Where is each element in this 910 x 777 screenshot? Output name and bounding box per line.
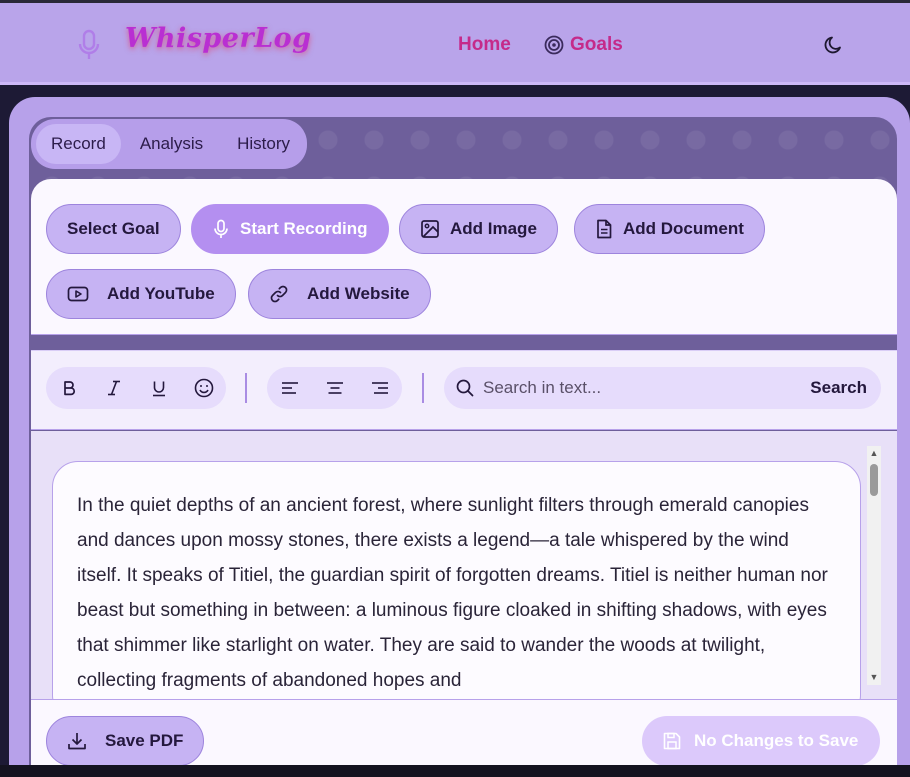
editor-area: In the quiet depths of an ancient forest… xyxy=(31,431,897,699)
save-icon xyxy=(663,732,681,750)
align-right-icon xyxy=(371,382,388,394)
select-goal-button[interactable]: Select Goal xyxy=(46,204,181,254)
add-youtube-label: Add YouTube xyxy=(107,284,215,303)
tab-record[interactable]: Record xyxy=(36,124,121,164)
transcript-editor[interactable]: In the quiet depths of an ancient forest… xyxy=(52,461,861,699)
align-center-button[interactable] xyxy=(312,367,357,409)
moon-icon[interactable] xyxy=(823,34,845,56)
bold-button[interactable] xyxy=(46,367,91,409)
select-goal-label: Select Goal xyxy=(67,219,160,238)
search-icon xyxy=(456,379,474,397)
image-icon xyxy=(421,220,439,238)
align-right-button[interactable] xyxy=(357,367,402,409)
italic-icon xyxy=(107,380,120,396)
tab-history[interactable]: History xyxy=(222,124,305,164)
scroll-down-arrow[interactable]: ▼ xyxy=(869,672,879,682)
window-bottom-edge xyxy=(0,765,910,777)
editor-footer: Save PDF No Changes to Save xyxy=(31,699,897,766)
save-changes-button[interactable]: No Changes to Save xyxy=(642,716,880,766)
nav-goals-label: Goals xyxy=(570,34,623,55)
align-left-button[interactable] xyxy=(267,367,312,409)
add-image-label: Add Image xyxy=(450,219,537,238)
youtube-icon xyxy=(67,286,89,302)
save-pdf-label: Save PDF xyxy=(105,731,184,750)
alignment-group xyxy=(267,367,402,409)
add-youtube-button[interactable]: Add YouTube xyxy=(46,269,236,319)
target-icon xyxy=(544,35,564,55)
align-left-icon xyxy=(281,382,298,394)
action-toolbar: Select Goal Start Recording Add Image Ad… xyxy=(31,179,897,335)
microphone-icon xyxy=(214,219,228,238)
tab-analysis[interactable]: Analysis xyxy=(125,124,218,164)
toolbar-divider xyxy=(422,373,424,403)
add-image-button[interactable]: Add Image xyxy=(399,204,558,254)
emoji-button[interactable] xyxy=(181,367,226,409)
underline-button[interactable] xyxy=(136,367,181,409)
scroll-up-arrow[interactable]: ▲ xyxy=(869,448,879,458)
app-logo[interactable]: WhisperLog xyxy=(125,23,312,54)
microphone-icon xyxy=(78,29,100,59)
underline-icon xyxy=(152,381,165,396)
start-recording-label: Start Recording xyxy=(240,219,368,238)
search-box: Search xyxy=(444,367,881,409)
search-button[interactable]: Search xyxy=(810,378,867,398)
download-icon xyxy=(68,733,86,750)
add-document-button[interactable]: Add Document xyxy=(574,204,765,254)
top-header: WhisperLog Home Goals xyxy=(0,3,910,85)
start-recording-button[interactable]: Start Recording xyxy=(191,204,389,254)
nav-home-link[interactable]: Home xyxy=(458,34,511,56)
add-document-label: Add Document xyxy=(623,219,744,238)
mode-tabs: Record Analysis History xyxy=(31,119,307,169)
text-style-group xyxy=(46,367,226,409)
link-icon xyxy=(270,285,288,303)
scrollbar-thumb[interactable] xyxy=(870,464,878,496)
bold-icon xyxy=(63,381,75,396)
emoji-icon xyxy=(194,378,213,398)
search-input[interactable] xyxy=(483,378,803,398)
save-changes-label: No Changes to Save xyxy=(694,731,859,750)
format-toolbar: Search xyxy=(31,350,897,430)
add-website-label: Add Website xyxy=(307,284,410,303)
add-website-button[interactable]: Add Website xyxy=(248,269,431,319)
save-pdf-button[interactable]: Save PDF xyxy=(46,716,205,766)
italic-button[interactable] xyxy=(91,367,136,409)
editor-scrollbar[interactable]: ▲ ▼ xyxy=(867,446,881,685)
toolbar-divider xyxy=(245,373,247,403)
document-icon xyxy=(597,219,612,239)
nav-goals-link[interactable]: Goals xyxy=(544,34,623,56)
align-center-icon xyxy=(326,382,343,394)
